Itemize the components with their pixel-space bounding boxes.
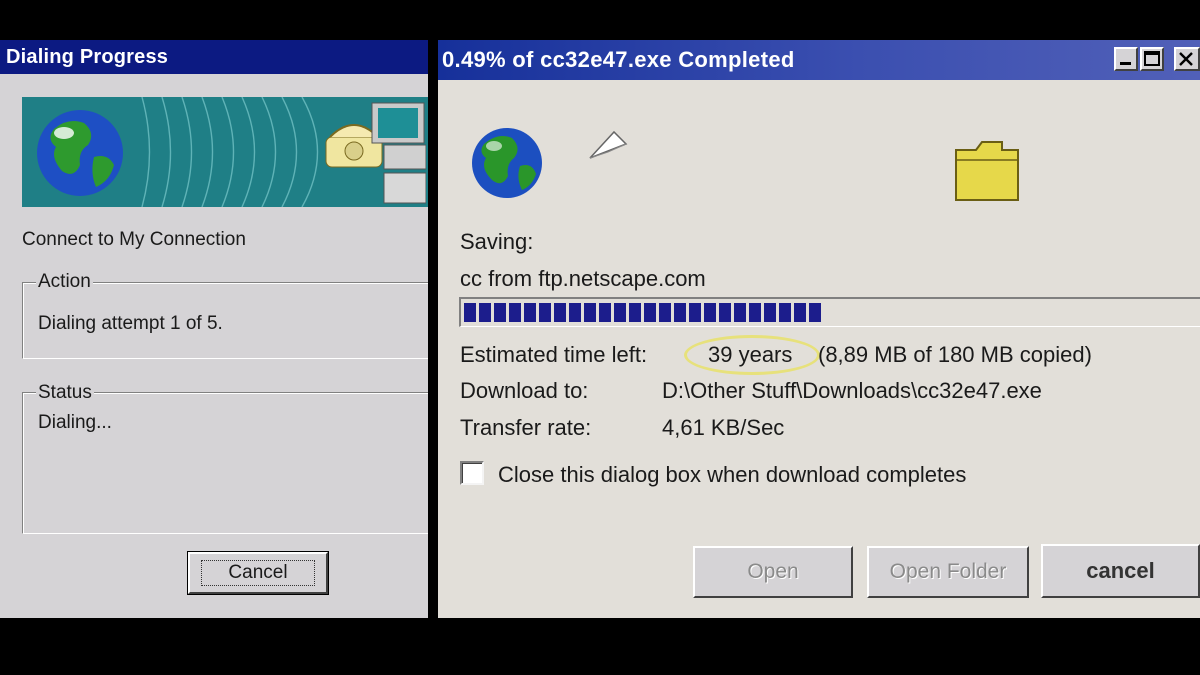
progress-block: [779, 303, 791, 322]
telephone-icon: [325, 102, 426, 204]
download-progress-window: 0.49% of cc32e47.exe Completed: [438, 40, 1200, 618]
close-when-complete-label[interactable]: Close this dialog box when download comp…: [498, 462, 966, 488]
dialing-title-bar[interactable]: Dialing Progress: [0, 40, 428, 74]
download-progress-bar: [459, 297, 1200, 327]
globe-icon: [37, 110, 123, 196]
dialing-banner: [22, 97, 428, 207]
download-cancel-button[interactable]: cancel: [1041, 544, 1200, 598]
download-to-value: D:\Other Stuff\Downloads\cc32e47.exe: [662, 378, 1042, 403]
dialing-status-text: Dialing...: [38, 412, 112, 433]
dialing-attempt-text: Dialing attempt 1 of 5.: [38, 313, 223, 334]
close-when-complete-checkbox[interactable]: [460, 461, 484, 485]
folder-icon: [955, 141, 1019, 201]
download-to-label: Download to:: [460, 378, 589, 403]
open-button-label: Open: [747, 560, 799, 583]
maximize-button[interactable]: [1140, 47, 1164, 71]
progress-block: [539, 303, 551, 322]
connect-to-label: Connect to My Connection: [22, 229, 246, 250]
progress-block: [719, 303, 731, 322]
saving-label: Saving:: [460, 229, 534, 254]
dialing-progress-window: Dialing Progress Connect to My Connectio…: [0, 40, 428, 618]
action-group-title: Action: [36, 271, 93, 293]
source-text: cc from ftp.netscape.com: [460, 266, 706, 291]
progress-block: [689, 303, 701, 322]
minimize-button[interactable]: [1114, 47, 1138, 71]
flying-page-icon: [589, 130, 628, 159]
dialing-cancel-button[interactable]: Cancel: [187, 551, 329, 595]
progress-block: [614, 303, 626, 322]
close-icon: [1179, 52, 1193, 66]
transfer-rate-label: Transfer rate:: [460, 415, 592, 440]
progress-block: [479, 303, 491, 322]
progress-block: [674, 303, 686, 322]
progress-block: [794, 303, 806, 322]
highlight-circle: [684, 335, 820, 375]
progress-block: [764, 303, 776, 322]
progress-block: [569, 303, 581, 322]
progress-fill: [464, 303, 821, 322]
progress-block: [509, 303, 521, 322]
progress-block: [659, 303, 671, 322]
open-folder-button-label: Open Folder: [889, 560, 1007, 583]
download-cancel-label: cancel: [1086, 558, 1155, 583]
time-left-label: Estimated time left:: [460, 342, 648, 367]
progress-block: [749, 303, 761, 322]
progress-block: [554, 303, 566, 322]
progress-block: [584, 303, 596, 322]
maximize-icon: [1144, 51, 1160, 66]
open-button[interactable]: Open: [693, 546, 853, 598]
progress-block: [494, 303, 506, 322]
progress-block: [734, 303, 746, 322]
globe-icon: [472, 128, 542, 198]
progress-block: [644, 303, 656, 322]
status-group-title: Status: [36, 382, 94, 404]
progress-block: [809, 303, 821, 322]
minimize-icon: [1120, 62, 1131, 65]
dialing-cancel-label: Cancel: [201, 560, 315, 586]
transfer-rate-value: 4,61 KB/Sec: [662, 415, 785, 440]
download-title-bar[interactable]: 0.49% of cc32e47.exe Completed: [438, 40, 1200, 80]
progress-block: [524, 303, 536, 322]
close-button[interactable]: [1174, 47, 1200, 71]
progress-block: [464, 303, 476, 322]
progress-block: [629, 303, 641, 322]
progress-block: [704, 303, 716, 322]
dialing-window-title: Dialing Progress: [6, 46, 169, 68]
progress-block: [599, 303, 611, 322]
open-folder-button[interactable]: Open Folder: [867, 546, 1029, 598]
download-window-title: 0.49% of cc32e47.exe Completed: [442, 47, 795, 72]
copied-text: (8,89 MB of 180 MB copied): [818, 342, 1092, 367]
